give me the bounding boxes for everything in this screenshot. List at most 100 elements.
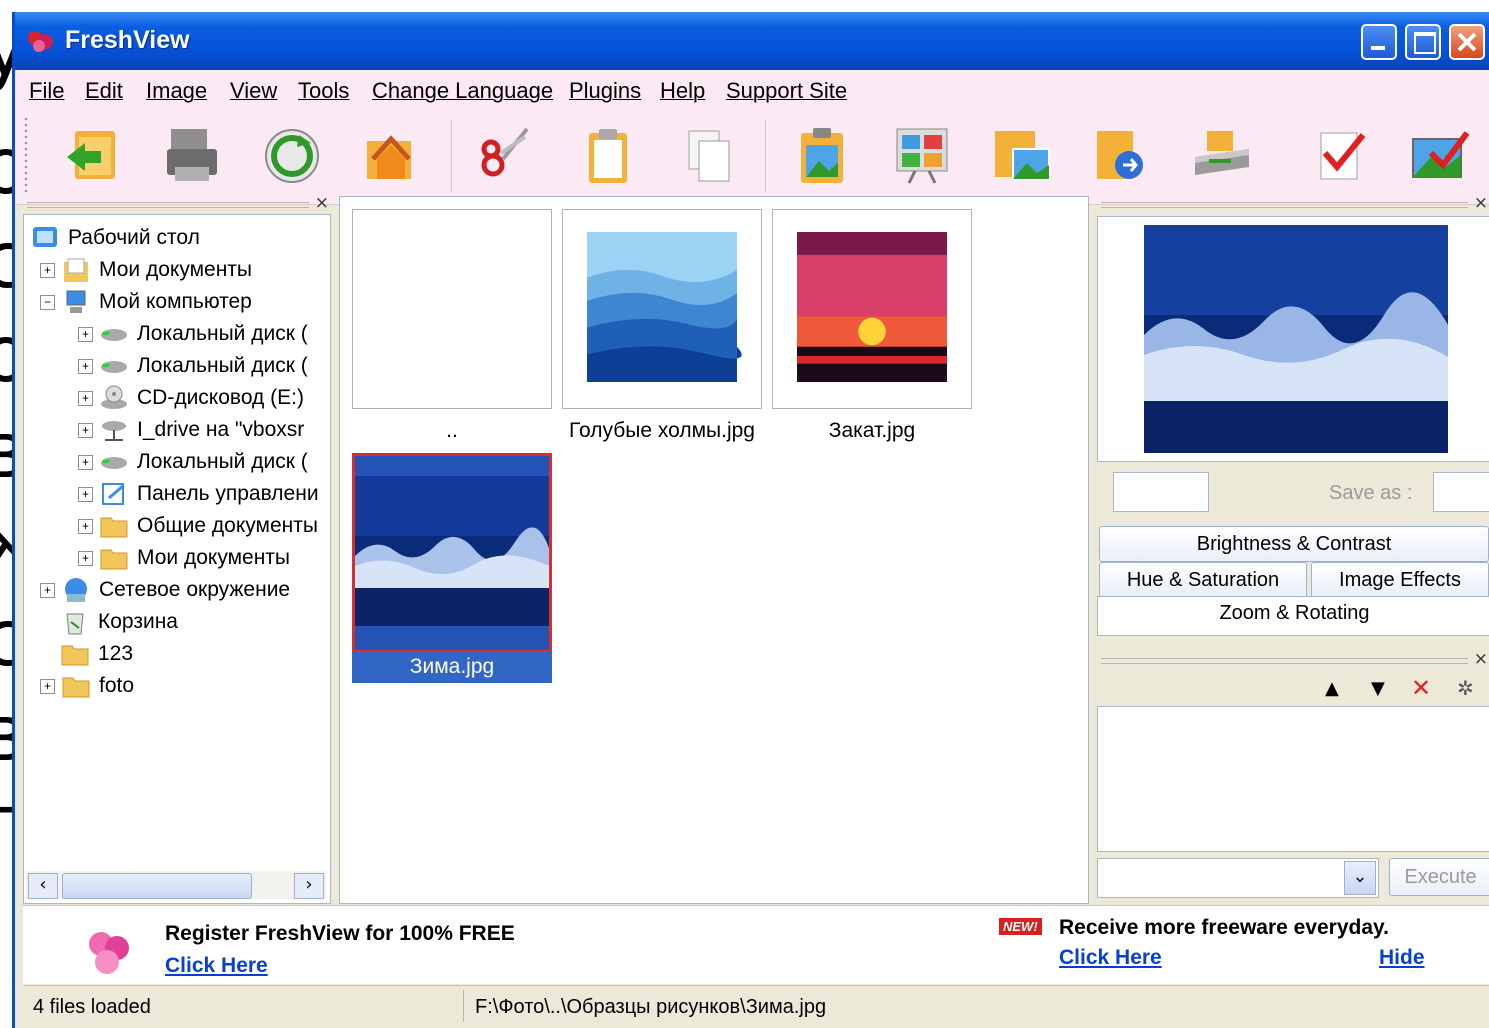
expand-icon[interactable]: + bbox=[40, 678, 55, 694]
move-down-icon[interactable]: ▼ bbox=[1371, 678, 1385, 699]
close-pane-icon[interactable]: × bbox=[1474, 649, 1488, 669]
expand-icon[interactable]: + bbox=[78, 422, 93, 438]
back-button[interactable] bbox=[55, 116, 133, 196]
brightness-contrast-button[interactable]: Brightness & Contrast bbox=[1099, 526, 1489, 562]
print-button[interactable] bbox=[153, 116, 231, 196]
tree-item-local-disk[interactable]: + Локальный диск ( bbox=[78, 319, 308, 349]
thumbnail-sunset[interactable] bbox=[772, 209, 972, 409]
tree-item-folder-foto[interactable]: + foto bbox=[40, 671, 134, 701]
maximize-button[interactable] bbox=[1405, 24, 1441, 60]
minimize-button[interactable] bbox=[1361, 24, 1397, 60]
drive-icon bbox=[101, 329, 127, 341]
tree-item-network[interactable]: + Сетевое окружение bbox=[40, 575, 290, 605]
close-button[interactable] bbox=[1449, 24, 1485, 60]
menu-image[interactable]: Image bbox=[146, 78, 207, 104]
hide-link[interactable]: Hide bbox=[1379, 946, 1425, 970]
home-button[interactable] bbox=[351, 116, 429, 196]
save-as-input[interactable] bbox=[1433, 472, 1489, 512]
actions-pane-header: × bbox=[1097, 649, 1489, 670]
expand-icon[interactable]: + bbox=[78, 326, 93, 342]
freeware-text: Receive more freeware everyday. bbox=[1059, 916, 1389, 939]
hue-saturation-button[interactable]: Hue & Saturation bbox=[1099, 562, 1307, 598]
expand-icon[interactable]: + bbox=[78, 358, 93, 374]
expand-icon[interactable]: + bbox=[40, 262, 55, 278]
move-up-icon[interactable]: ▲ bbox=[1325, 678, 1339, 699]
tree-horizontal-scrollbar[interactable]: ‹ › bbox=[26, 871, 326, 899]
tree-item-my-computer[interactable]: − Мой компьютер bbox=[40, 287, 252, 317]
chevron-down-icon[interactable]: ⌄ bbox=[1344, 861, 1376, 895]
expand-icon[interactable]: + bbox=[78, 454, 93, 470]
thumbnail-parent-folder[interactable] bbox=[352, 209, 552, 409]
menu-plugins[interactable]: Plugins bbox=[569, 78, 641, 104]
folder-icon bbox=[100, 549, 128, 570]
tree-item-label: Мои документы bbox=[99, 258, 253, 281]
size-input[interactable] bbox=[1113, 472, 1209, 512]
tree-item-recycle-bin[interactable]: Корзина bbox=[60, 607, 178, 637]
title-bar[interactable]: FreshView bbox=[15, 12, 1489, 70]
scroll-right-button[interactable]: › bbox=[294, 873, 324, 899]
expand-icon[interactable]: + bbox=[78, 518, 93, 534]
image-folder-button[interactable] bbox=[983, 116, 1061, 196]
menu-file[interactable]: File bbox=[29, 78, 64, 104]
toolbar-grip[interactable] bbox=[23, 116, 29, 196]
scroll-left-button[interactable]: ‹ bbox=[28, 873, 58, 899]
menu-change-language[interactable]: Change Language bbox=[372, 78, 553, 104]
menu-edit[interactable]: Edit bbox=[85, 78, 123, 104]
tree-item-my-documents-sub[interactable]: + Мои документы bbox=[78, 543, 290, 573]
menu-tools[interactable]: Tools bbox=[298, 78, 349, 104]
image-check-button[interactable] bbox=[1399, 116, 1477, 196]
winter-image bbox=[355, 476, 549, 626]
expand-icon[interactable]: + bbox=[40, 582, 55, 598]
tree-item-my-documents[interactable]: + Мои документы bbox=[40, 255, 252, 285]
tree-item-label: Локальный диск ( bbox=[137, 322, 308, 345]
paste-image-button[interactable] bbox=[783, 116, 861, 196]
move-to-folder-button[interactable] bbox=[1083, 116, 1161, 196]
clear-all-icon[interactable]: ✲ bbox=[1457, 676, 1474, 700]
menu-view[interactable]: View bbox=[230, 78, 277, 104]
close-pane-icon[interactable]: × bbox=[315, 193, 329, 213]
tree-item-cd-drive[interactable]: + CD-дисковод (E:) bbox=[78, 383, 304, 413]
execute-button[interactable]: Execute bbox=[1389, 858, 1489, 896]
delete-icon[interactable]: ✕ bbox=[1411, 674, 1431, 702]
close-pane-icon[interactable]: × bbox=[1474, 193, 1488, 213]
check-button[interactable] bbox=[1301, 116, 1379, 196]
scan-button[interactable] bbox=[1183, 116, 1261, 196]
image-effects-button[interactable]: Image Effects bbox=[1311, 562, 1489, 598]
cut-button[interactable] bbox=[467, 116, 545, 196]
scroll-thumb[interactable] bbox=[62, 873, 252, 899]
slideshow-icon bbox=[896, 128, 948, 184]
menu-help[interactable]: Help bbox=[660, 78, 705, 104]
refresh-button[interactable] bbox=[253, 116, 331, 196]
window-title: FreshView bbox=[65, 26, 190, 54]
thumbnail-label: .. bbox=[446, 419, 458, 442]
expand-icon[interactable]: + bbox=[78, 550, 93, 566]
clipboard-image-icon bbox=[801, 128, 843, 183]
expand-icon[interactable]: + bbox=[78, 486, 93, 502]
copy-button[interactable] bbox=[669, 116, 747, 196]
actions-list[interactable] bbox=[1097, 706, 1489, 852]
tree-item-local-disk[interactable]: + Локальный диск ( bbox=[78, 351, 308, 381]
tree-item-desktop[interactable]: Рабочий стол bbox=[30, 223, 200, 253]
image-check-icon bbox=[1412, 131, 1470, 178]
menu-support-site[interactable]: Support Site bbox=[726, 78, 847, 104]
tree-item-local-disk[interactable]: + Локальный диск ( bbox=[78, 447, 308, 477]
tree-item-label: Мой компьютер bbox=[99, 290, 252, 313]
freshview-window: FreshView File Edit Image View Tools Cha… bbox=[12, 12, 1489, 1028]
slideshow-button[interactable] bbox=[883, 116, 961, 196]
documents-icon bbox=[64, 258, 88, 282]
freeware-link[interactable]: Click Here bbox=[1059, 946, 1162, 970]
recycle-bin-icon bbox=[66, 613, 84, 635]
tree-item-shared-documents[interactable]: + Общие документы bbox=[78, 511, 318, 541]
tree-item-network-drive[interactable]: + I_drive на "vboxsr bbox=[78, 415, 304, 445]
thumbnail-winter-selected[interactable] bbox=[352, 453, 552, 653]
paste-button[interactable] bbox=[569, 116, 647, 196]
zoom-rotating-tab[interactable]: Zoom & Rotating bbox=[1097, 596, 1489, 636]
expand-icon[interactable]: + bbox=[78, 390, 93, 406]
tree-item-folder-123[interactable]: 123 bbox=[60, 639, 133, 669]
register-link[interactable]: Click Here bbox=[165, 954, 268, 978]
tree-item-control-panel[interactable]: + Панель управлени bbox=[78, 479, 319, 509]
thumbnail-blue-hills[interactable] bbox=[562, 209, 762, 409]
collapse-icon[interactable]: − bbox=[40, 294, 55, 310]
folder-move-icon bbox=[1097, 131, 1143, 179]
action-select[interactable]: ⌄ bbox=[1097, 858, 1379, 898]
